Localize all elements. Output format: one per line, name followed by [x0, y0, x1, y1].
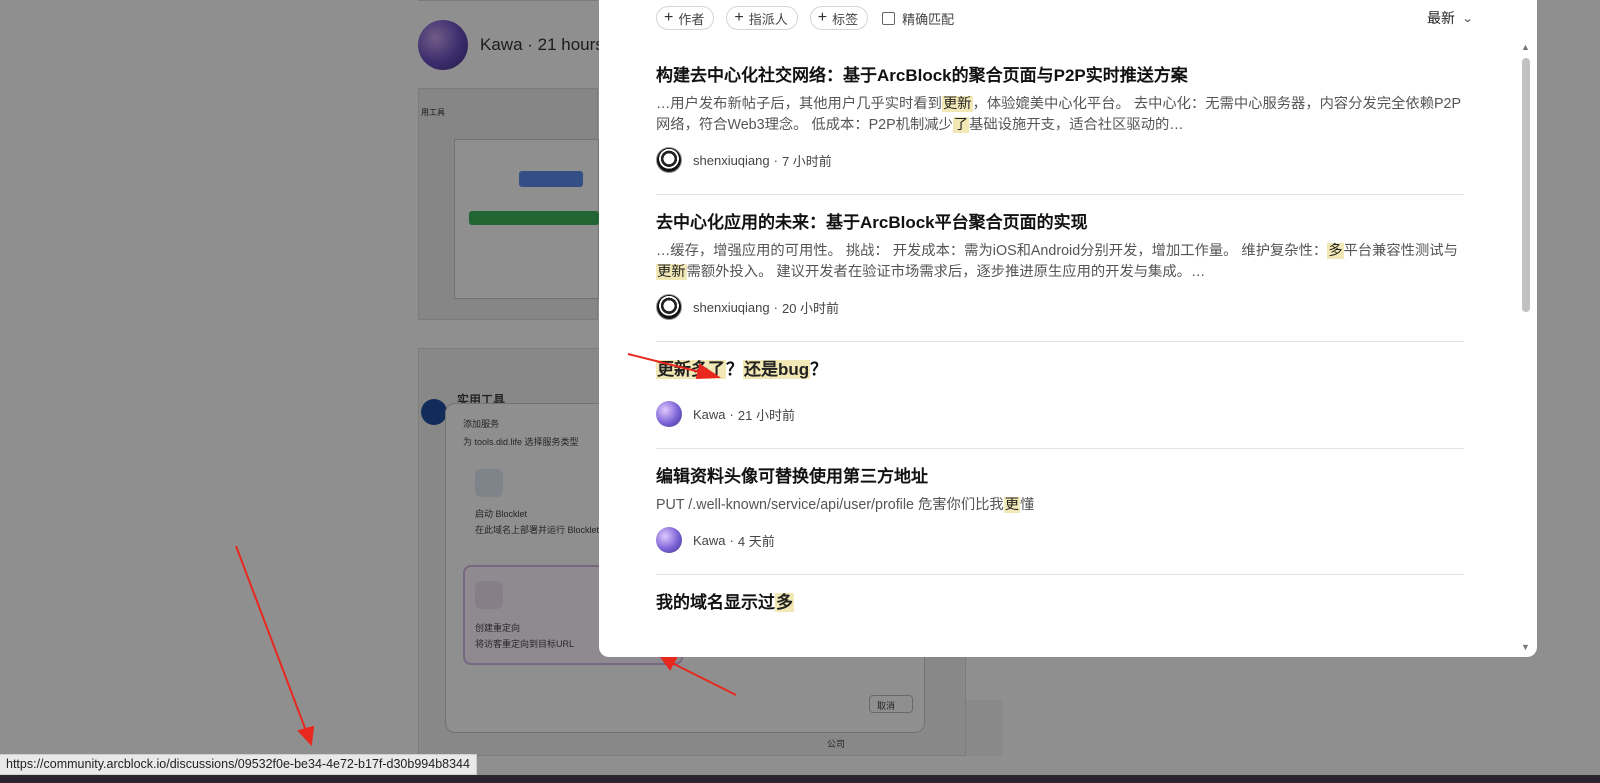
- taskbar-strip: [0, 775, 1600, 783]
- exact-match-checkbox[interactable]: 精确匹配: [882, 9, 954, 28]
- chevron-down-icon: ⌄: [1461, 12, 1474, 25]
- scrollbar-thumb[interactable]: [1522, 58, 1530, 312]
- checkbox-icon[interactable]: [882, 11, 896, 25]
- excerpt-text: 平台兼容性测试与: [1343, 243, 1458, 259]
- avatar[interactable]: [656, 401, 682, 427]
- filter-chip-tags[interactable]: + 标签: [809, 6, 869, 30]
- result-meta: Kawa · 21 小时前: [656, 400, 1464, 428]
- chip-label: 作者: [678, 11, 705, 27]
- highlighted-match: 多: [775, 593, 794, 612]
- chip-label: 标签: [832, 11, 859, 27]
- excerpt-text: 懂: [1020, 497, 1035, 513]
- chip-label: 指派人: [748, 11, 788, 27]
- author-name[interactable]: shenxiuqiang: [693, 300, 770, 315]
- meta-separator: ·: [773, 152, 778, 168]
- excerpt-text: …用户发布新帖子后，其他用户几乎实时看到: [656, 96, 942, 112]
- results-list: 构建去中心化社交网络：基于ArcBlock的聚合页面与P2P实时推送方案 …用户发…: [656, 48, 1464, 615]
- excerpt-text: …缓存，增强应用的可用性。 挑战： 开发成本：需为iOS和Android分别开发…: [656, 243, 1328, 259]
- result-title[interactable]: 编辑资料头像可替换使用第三方地址: [656, 465, 1464, 489]
- avatar[interactable]: [656, 147, 682, 173]
- author-name[interactable]: Kawa: [693, 533, 726, 548]
- excerpt-text: 需额外投入。 建议开发者在验证市场需求后，逐步推进原生应用的开发与集成。…: [686, 264, 1206, 280]
- sort-label: 最新: [1427, 10, 1455, 26]
- highlighted-match: 了: [952, 117, 970, 133]
- author-name[interactable]: shenxiuqiang: [693, 153, 770, 168]
- post-time: 4 天前: [737, 533, 775, 549]
- search-result-item[interactable]: 更新多了？还是bug？ Kawa · 21 小时前: [656, 342, 1464, 449]
- excerpt-text: 基础设施开支，适合社区驱动的…: [969, 117, 1184, 133]
- post-time: 7 小时前: [781, 153, 832, 169]
- filter-chip-author[interactable]: + 作者: [656, 6, 715, 30]
- scroll-down-arrow-icon[interactable]: ▼: [1521, 642, 1530, 652]
- sort-dropdown[interactable]: 最新 ⌄: [1427, 8, 1474, 28]
- result-excerpt: …缓存，增强应用的可用性。 挑战： 开发成本：需为iOS和Android分别开发…: [656, 241, 1464, 283]
- highlighted-match: 还是bug: [743, 360, 811, 379]
- post-time: 20 小时前: [781, 300, 840, 316]
- author-name[interactable]: Kawa: [693, 407, 726, 422]
- search-results-modal: + 作者 + 指派人 + 标签 精确匹配 最新 ⌄ 构建去中心化社交网络：基于A…: [599, 0, 1537, 657]
- plus-icon: +: [817, 9, 828, 26]
- title-text: ？: [726, 360, 743, 379]
- avatar[interactable]: [656, 527, 682, 553]
- result-meta: shenxiuqiang · 7 小时前: [656, 146, 1464, 174]
- search-result-item[interactable]: 我的域名显示过多: [656, 575, 1464, 615]
- result-meta: shenxiuqiang · 20 小时前: [656, 293, 1464, 321]
- title-text: 构建去中心化社交网络：基于ArcBlock的聚合页面与P2P实时推送方案: [656, 66, 1188, 85]
- excerpt-text: PUT /.well-known/service/api/user/profil…: [656, 497, 1004, 513]
- highlighted-match: 更新: [656, 264, 687, 280]
- title-text: 编辑资料头像可替换使用第三方地址: [656, 467, 928, 486]
- highlighted-match: 多: [1327, 243, 1344, 259]
- search-result-item[interactable]: 构建去中心化社交网络：基于ArcBlock的聚合页面与P2P实时推送方案 …用户发…: [656, 48, 1464, 195]
- result-title[interactable]: 构建去中心化社交网络：基于ArcBlock的聚合页面与P2P实时推送方案: [656, 64, 1464, 88]
- title-text: ？: [810, 360, 828, 379]
- title-text: 我的域名显示过: [656, 593, 775, 612]
- result-title[interactable]: 去中心化应用的未来：基于ArcBlock平台聚合页面的实现: [656, 211, 1464, 235]
- meta-separator: ·: [729, 406, 734, 422]
- plus-icon: +: [734, 9, 744, 26]
- highlighted-match: 更: [1003, 497, 1021, 513]
- meta-separator: ·: [729, 532, 734, 548]
- result-excerpt: PUT /.well-known/service/api/user/profil…: [656, 495, 1464, 516]
- scroll-up-arrow-icon[interactable]: ▲: [1521, 42, 1530, 52]
- avatar[interactable]: [656, 294, 682, 320]
- meta-separator: ·: [773, 299, 778, 315]
- result-excerpt: …用户发布新帖子后，其他用户几乎实时看到更新，体验媲美中心化平台。 去中心化：无…: [656, 94, 1464, 136]
- highlighted-match: 更新多了: [656, 360, 726, 379]
- status-bar-url: https://community.arcblock.io/discussion…: [0, 754, 477, 775]
- highlighted-match: 更新: [941, 96, 973, 112]
- post-time: 21 小时前: [737, 407, 795, 423]
- exact-match-label: 精确匹配: [902, 11, 955, 27]
- filter-bar: + 作者 + 指派人 + 标签 精确匹配: [656, 5, 954, 31]
- search-result-item[interactable]: 去中心化应用的未来：基于ArcBlock平台聚合页面的实现 …缓存，增强应用的可用…: [656, 195, 1464, 342]
- result-title[interactable]: 我的域名显示过多: [656, 591, 1464, 615]
- plus-icon: +: [664, 9, 674, 26]
- title-text: 去中心化应用的未来：基于ArcBlock平台聚合页面的实现: [656, 213, 1088, 232]
- result-meta: Kawa · 4 天前: [656, 526, 1464, 554]
- search-result-item[interactable]: 编辑资料头像可替换使用第三方地址 PUT /.well-known/service…: [656, 449, 1464, 575]
- filter-chip-assignee[interactable]: + 指派人: [726, 6, 798, 30]
- result-title[interactable]: 更新多了？还是bug？: [656, 358, 1464, 382]
- scrollbar[interactable]: ▲ ▼: [1519, 42, 1531, 654]
